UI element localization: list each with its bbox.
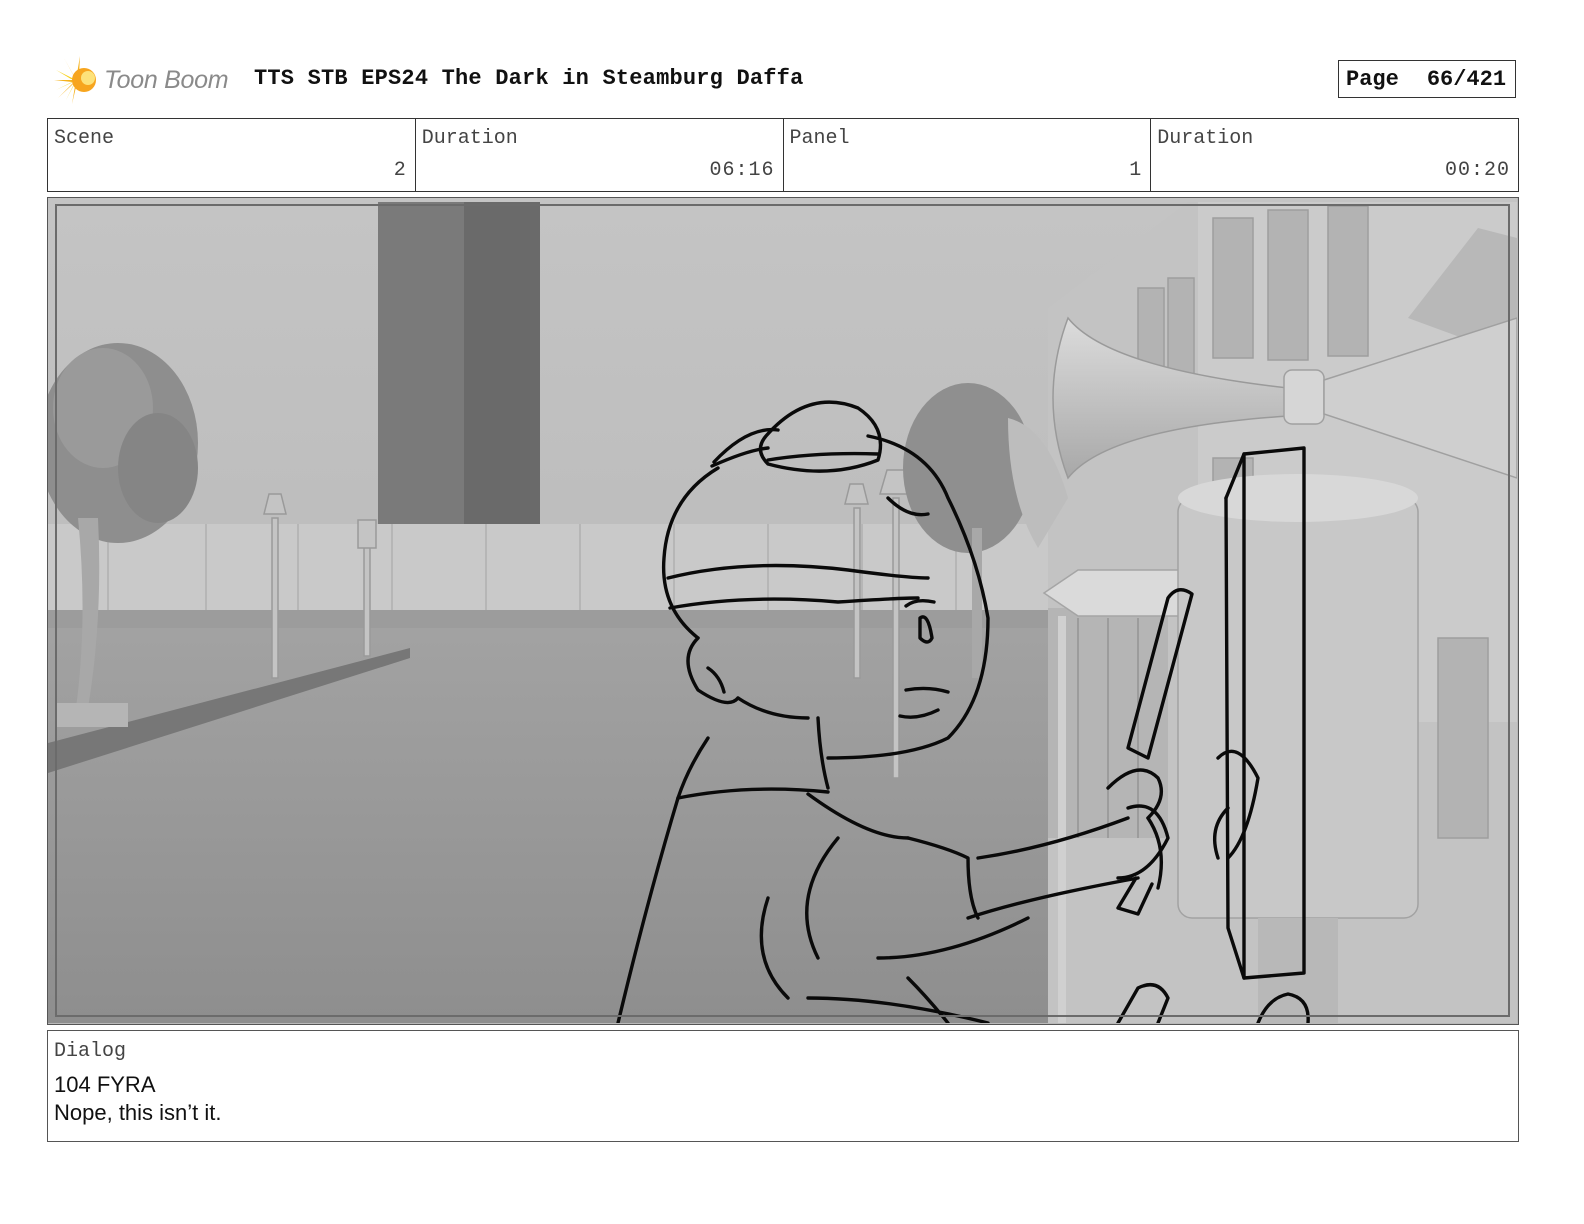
panel-duration-value: 00:20 xyxy=(1444,159,1510,182)
scene-label: Scene xyxy=(54,127,115,150)
panel-duration-label: Duration xyxy=(1157,127,1254,150)
starburst-logo-icon xyxy=(52,56,96,104)
dialog-character-line: 104 FYRA xyxy=(54,1072,156,1097)
panel-label: Panel xyxy=(789,127,850,150)
page-indicator: Page 66/421 xyxy=(1338,60,1516,98)
toon-boom-logo: Toon Boom xyxy=(50,54,229,106)
scene-info-row: Scene 2 Duration 06:16 Panel 1 Duration … xyxy=(47,118,1519,192)
panel-value: 1 xyxy=(1129,159,1143,182)
panel-duration-cell: Duration 00:20 xyxy=(1151,119,1518,191)
scene-duration-value: 06:16 xyxy=(709,159,775,182)
background-tower xyxy=(378,202,540,524)
scene-duration-label: Duration xyxy=(421,127,518,150)
scene-cell: Scene 2 xyxy=(48,119,416,191)
scene-duration-cell: Duration 06:16 xyxy=(416,119,784,191)
dialog-box: Dialog 104 FYRA Nope, this isn’t it. xyxy=(47,1030,1519,1142)
page-number: 66/421 xyxy=(1426,66,1507,92)
dialog-label: Dialog xyxy=(54,1040,127,1063)
panel-cell: Panel 1 xyxy=(784,119,1152,191)
document-title: TTS STB EPS24 The Dark in Steamburg Daff… xyxy=(254,66,804,91)
page-label: Page xyxy=(1346,66,1399,92)
panel-drawing xyxy=(48,198,1517,1023)
logo-wordmark: Toon Boom xyxy=(104,65,229,94)
scene-value: 2 xyxy=(393,159,407,182)
dialog-text-line: Nope, this isn’t it. xyxy=(54,1100,222,1125)
storyboard-panel-image xyxy=(47,197,1519,1025)
